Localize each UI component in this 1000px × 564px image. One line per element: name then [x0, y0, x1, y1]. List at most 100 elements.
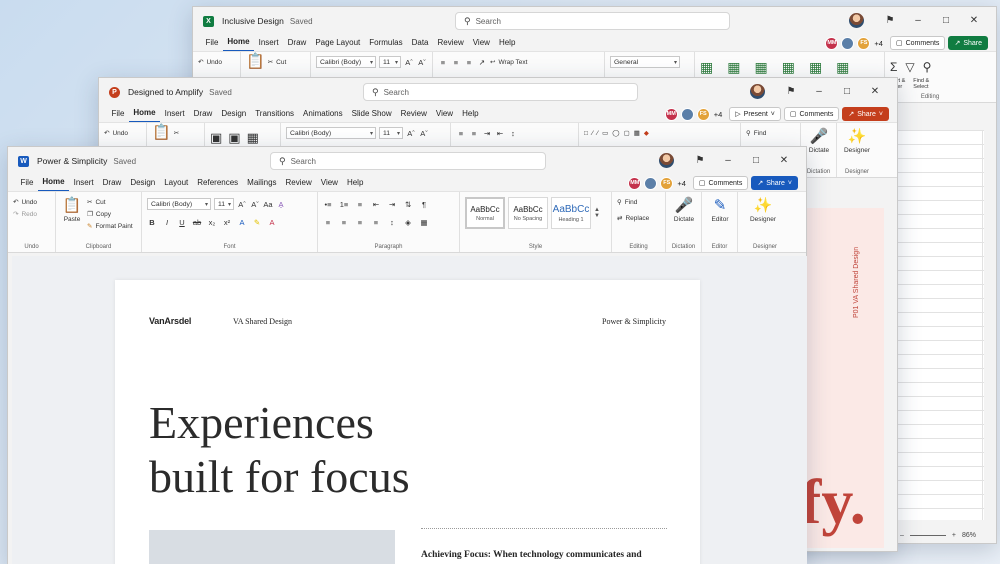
ppt-user-avatar[interactable] [750, 84, 765, 99]
change-case-icon[interactable]: Aa [263, 200, 273, 209]
delete-cells-icon[interactable]: ▦ [809, 59, 822, 76]
shape-oval-icon[interactable]: ◯ [612, 129, 619, 137]
excel-menu-home[interactable]: Home [222, 34, 255, 52]
shading-icon[interactable]: ◈ [403, 218, 413, 227]
insert-cells-icon[interactable]: ▦ [782, 59, 795, 76]
shape-rounded-icon[interactable]: ▢ [624, 129, 630, 137]
maximize-button[interactable]: □ [932, 15, 960, 26]
ppt-dictate-button[interactable]: 🎤 Dictate [806, 127, 832, 154]
word-share-button[interactable]: ↗ Share ˅ [751, 176, 798, 190]
orientation-icon[interactable]: ↗ [477, 58, 487, 67]
word-comments-button[interactable]: ▢ Comments [692, 176, 749, 190]
ppt-find-button[interactable]: ⚲ Find [746, 127, 795, 139]
filter-icon[interactable]: ▽ [905, 57, 914, 77]
grow-font-icon[interactable]: Aˆ [406, 129, 416, 138]
excel-menu-file[interactable]: File [201, 35, 223, 51]
ppt-menu-insert[interactable]: Insert [160, 106, 189, 122]
ppt-menu-view[interactable]: View [431, 106, 457, 122]
align-bottom-icon[interactable]: ≡ [464, 58, 474, 67]
excel-undo-button[interactable]: ↶ Undo [198, 56, 235, 68]
ppt-undo-button[interactable]: ↶ Undo [104, 127, 141, 139]
minimize-button[interactable]: – [904, 15, 932, 26]
excel-search-input[interactable]: ⚲ Search [455, 12, 730, 30]
shrink-font-icon[interactable]: Aˇ [250, 200, 260, 209]
minimize-button[interactable]: – [714, 155, 742, 166]
close-button[interactable]: ✕ [770, 155, 798, 166]
zoom-out-icon[interactable]: – [900, 532, 904, 539]
style-normal[interactable]: AaBbCc Normal [465, 197, 505, 229]
align-top-icon[interactable]: ≡ [438, 58, 448, 67]
ppt-menu-design[interactable]: Design [217, 106, 251, 122]
grow-font-icon[interactable]: Aˆ [404, 58, 414, 67]
excel-user-avatar[interactable] [849, 13, 864, 28]
strikethrough-icon[interactable]: ab [192, 218, 202, 227]
layout-icon[interactable]: ▦ [247, 130, 259, 146]
word-menu-draw[interactable]: Draw [98, 175, 126, 191]
borders-icon[interactable]: ▦ [419, 218, 429, 227]
arrange-icon[interactable]: ▦ [634, 129, 640, 137]
format-cells-icon[interactable]: ▦ [836, 59, 849, 76]
shrink-font-icon[interactable]: Aˇ [419, 129, 429, 138]
fill-icon[interactable]: ◆ [644, 129, 649, 137]
line-spacing-icon[interactable]: ↕ [387, 218, 397, 227]
word-format-paint-button[interactable]: ✎ Format Paint [87, 220, 133, 232]
ppt-menu-file[interactable]: File [107, 106, 129, 122]
pilcrow-icon[interactable]: ¶ [419, 200, 429, 209]
numbering-icon[interactable]: 1≡ [339, 200, 349, 209]
excel-menu-review[interactable]: Review [433, 35, 468, 51]
new-slide-icon[interactable]: ▣ [210, 130, 222, 146]
outdent-icon[interactable]: ⇤ [371, 200, 381, 209]
word-menu-layout[interactable]: Layout [160, 175, 193, 191]
maximize-button[interactable]: □ [833, 86, 861, 97]
autosum-icon[interactable]: Σ [890, 57, 897, 77]
feedback-icon[interactable]: ⚑ [777, 86, 805, 97]
word-search-input[interactable]: ⚲ Search [270, 152, 546, 170]
font-color-icon[interactable]: A [267, 218, 277, 227]
word-menu-review[interactable]: Review [281, 175, 316, 191]
ppt-present-button[interactable]: ▷ Present ˅ [729, 107, 781, 121]
word-font-select[interactable]: Calibri (Body) [147, 198, 211, 210]
word-copy-button[interactable]: ❐ Copy [87, 208, 133, 220]
word-menu-design[interactable]: Design [126, 175, 160, 191]
superscript-icon[interactable]: x² [222, 218, 232, 227]
multilevel-icon[interactable]: ≡ [355, 200, 365, 209]
excel-comments-button[interactable]: ▢ Comments [889, 36, 946, 50]
zoom-level[interactable]: 86% [962, 532, 976, 539]
paste-icon[interactable]: 📋 [246, 52, 265, 72]
close-button[interactable]: ✕ [861, 86, 889, 97]
maximize-button[interactable]: □ [742, 155, 770, 166]
word-dictate-button[interactable]: 🎤 Dictate [671, 196, 697, 223]
ppt-menu-home[interactable]: Home [128, 105, 161, 123]
collaborator-fs-avatar[interactable]: FS [857, 36, 871, 50]
bullets-icon[interactable]: •≡ [323, 200, 333, 209]
wrap-text-label[interactable]: Wrap Text [498, 59, 527, 66]
collaborator-mm-avatar[interactable]: MM [628, 176, 642, 190]
style-heading-1[interactable]: AaBbCc Heading 1 [551, 197, 591, 229]
wrap-text-icon[interactable]: ↩ [490, 58, 495, 66]
ppt-comments-button[interactable]: ▢ Comments [783, 107, 840, 121]
word-menu-home[interactable]: Home [37, 174, 70, 192]
highlight-icon[interactable]: ✎ [252, 218, 262, 227]
collaborator-avatar[interactable] [680, 107, 694, 121]
indent-icon[interactable]: ⇥ [387, 200, 397, 209]
ppt-menu-review[interactable]: Review [396, 106, 431, 122]
collaborator-avatar[interactable] [644, 176, 658, 190]
style-gallery-scroll[interactable]: ▲ ▼ [594, 197, 600, 229]
ppt-font-select[interactable]: Calibri (Body) [286, 127, 376, 139]
clear-format-icon[interactable]: A̱ [276, 200, 286, 209]
excel-menu-view[interactable]: View [468, 35, 494, 51]
excel-font-select[interactable]: Calibri (Body) [316, 56, 376, 68]
align-left-icon[interactable]: ≡ [323, 218, 333, 227]
excel-menu-data[interactable]: Data [407, 35, 433, 51]
collaborator-fs-avatar[interactable]: FS [660, 176, 674, 190]
conditional-format-icon[interactable]: ▦ [700, 59, 713, 76]
word-designer-button[interactable]: ✨ Designer [743, 196, 783, 223]
collaborator-mm-avatar[interactable]: MM [664, 107, 678, 121]
word-cut-button[interactable]: ✂ Cut [87, 196, 133, 208]
zoom-in-icon[interactable]: + [952, 532, 956, 539]
word-menu-file[interactable]: File [16, 175, 38, 191]
collaborator-fs-avatar[interactable]: FS [696, 107, 710, 121]
ppt-menu-draw[interactable]: Draw [189, 106, 217, 122]
feedback-icon[interactable]: ⚑ [686, 155, 714, 166]
italic-icon[interactable]: I [162, 218, 172, 227]
